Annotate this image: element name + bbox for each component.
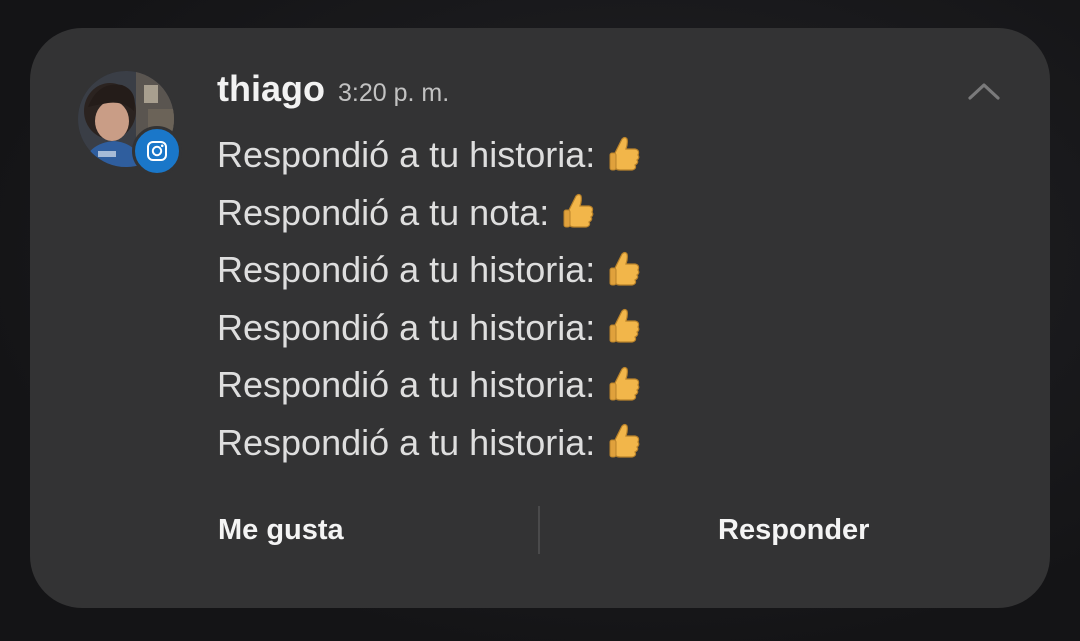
notification-header: thiago 3:20 p. m.: [217, 68, 449, 110]
list-item: Respondió a tu nota:: [217, 184, 641, 242]
message-text: Respondió a tu historia:: [217, 421, 596, 463]
thumbs-up-icon: [609, 424, 640, 458]
message-text: Respondió a tu historia:: [217, 306, 596, 348]
message-text: Respondió a tu historia:: [217, 364, 596, 405]
thumbs-up-icon: [609, 309, 640, 343]
thumbs-up-icon: [609, 251, 640, 286]
list-item: Respondió a tu historia:: [217, 299, 641, 357]
thumbs-up-icon: [609, 136, 640, 171]
notification-shade: thiago 3:20 p. m. Respondió a tu histori…: [0, 0, 1080, 641]
reply-button[interactable]: Responder: [718, 498, 869, 562]
instagram-icon: [132, 126, 182, 176]
thumbs-up-icon: [609, 366, 640, 401]
list-item: Respondió a tu historia:: [217, 241, 641, 299]
message-text: Respondió a tu historia:: [217, 249, 596, 290]
sender-name: thiago: [217, 68, 325, 109]
list-item: Respondió a tu historia:: [217, 414, 641, 472]
notification-card[interactable]: thiago 3:20 p. m. Respondió a tu histori…: [30, 28, 1050, 608]
chevron-up-icon[interactable]: [966, 78, 1002, 104]
notification-actions: Me gusta Responder: [30, 498, 1050, 562]
message-text: Respondió a tu historia:: [217, 134, 596, 175]
like-button[interactable]: Me gusta: [218, 498, 344, 562]
action-divider: [538, 506, 540, 554]
message-text: Respondió a tu nota:: [217, 191, 550, 233]
list-item: Respondió a tu historia:: [217, 356, 641, 414]
list-item: Respondió a tu historia:: [217, 126, 641, 184]
timestamp: 3:20 p. m.: [337, 79, 450, 107]
message-list: Respondió a tu historia: Respondió a tu …: [217, 126, 641, 471]
thumbs-up-icon: [563, 194, 594, 228]
